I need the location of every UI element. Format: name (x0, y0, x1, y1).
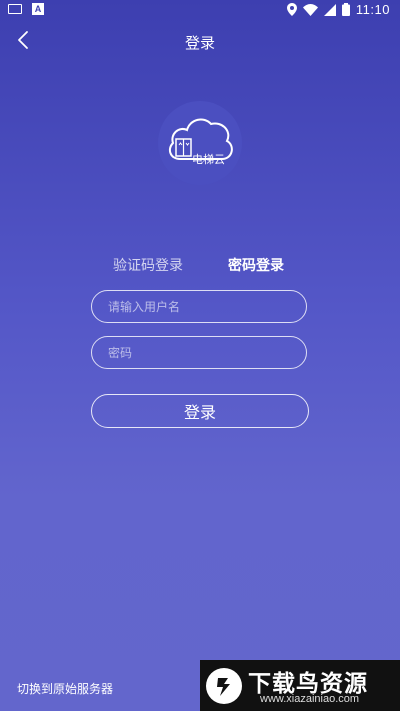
status-bar: A 11:10 (0, 0, 400, 20)
tab-password-login[interactable]: 密码登录 (228, 255, 284, 275)
app-notification-icon: A (32, 3, 44, 15)
login-tabs: 验证码登录 密码登录 (0, 255, 400, 277)
switch-server-link[interactable]: 切换到原始服务器 (17, 680, 113, 697)
wifi-icon (302, 3, 318, 16)
page-title: 登录 (184, 35, 215, 52)
watermark-url: www.xiazainiao.com (260, 693, 360, 705)
watermark-banner: 下载鸟资源 www.xiazainiao.com (200, 660, 400, 711)
keyboard-icon (8, 4, 22, 14)
username-input[interactable] (92, 291, 306, 322)
app-header: 登录 (0, 20, 400, 60)
location-icon (286, 3, 297, 16)
password-input[interactable] (92, 337, 306, 368)
battery-icon (341, 3, 350, 16)
password-field-wrapper (91, 336, 307, 369)
username-field-wrapper (91, 290, 307, 323)
watermark-logo-icon (206, 668, 242, 704)
clock: 11:10 (355, 2, 390, 17)
app-logo: 电梯云 (158, 101, 242, 185)
signal-icon (323, 3, 336, 16)
logo-text: 电梯云 (192, 154, 225, 166)
cloud-elevator-icon (168, 118, 233, 160)
login-button[interactable]: 登录 (91, 394, 309, 428)
tab-sms-login[interactable]: 验证码登录 (113, 255, 183, 275)
